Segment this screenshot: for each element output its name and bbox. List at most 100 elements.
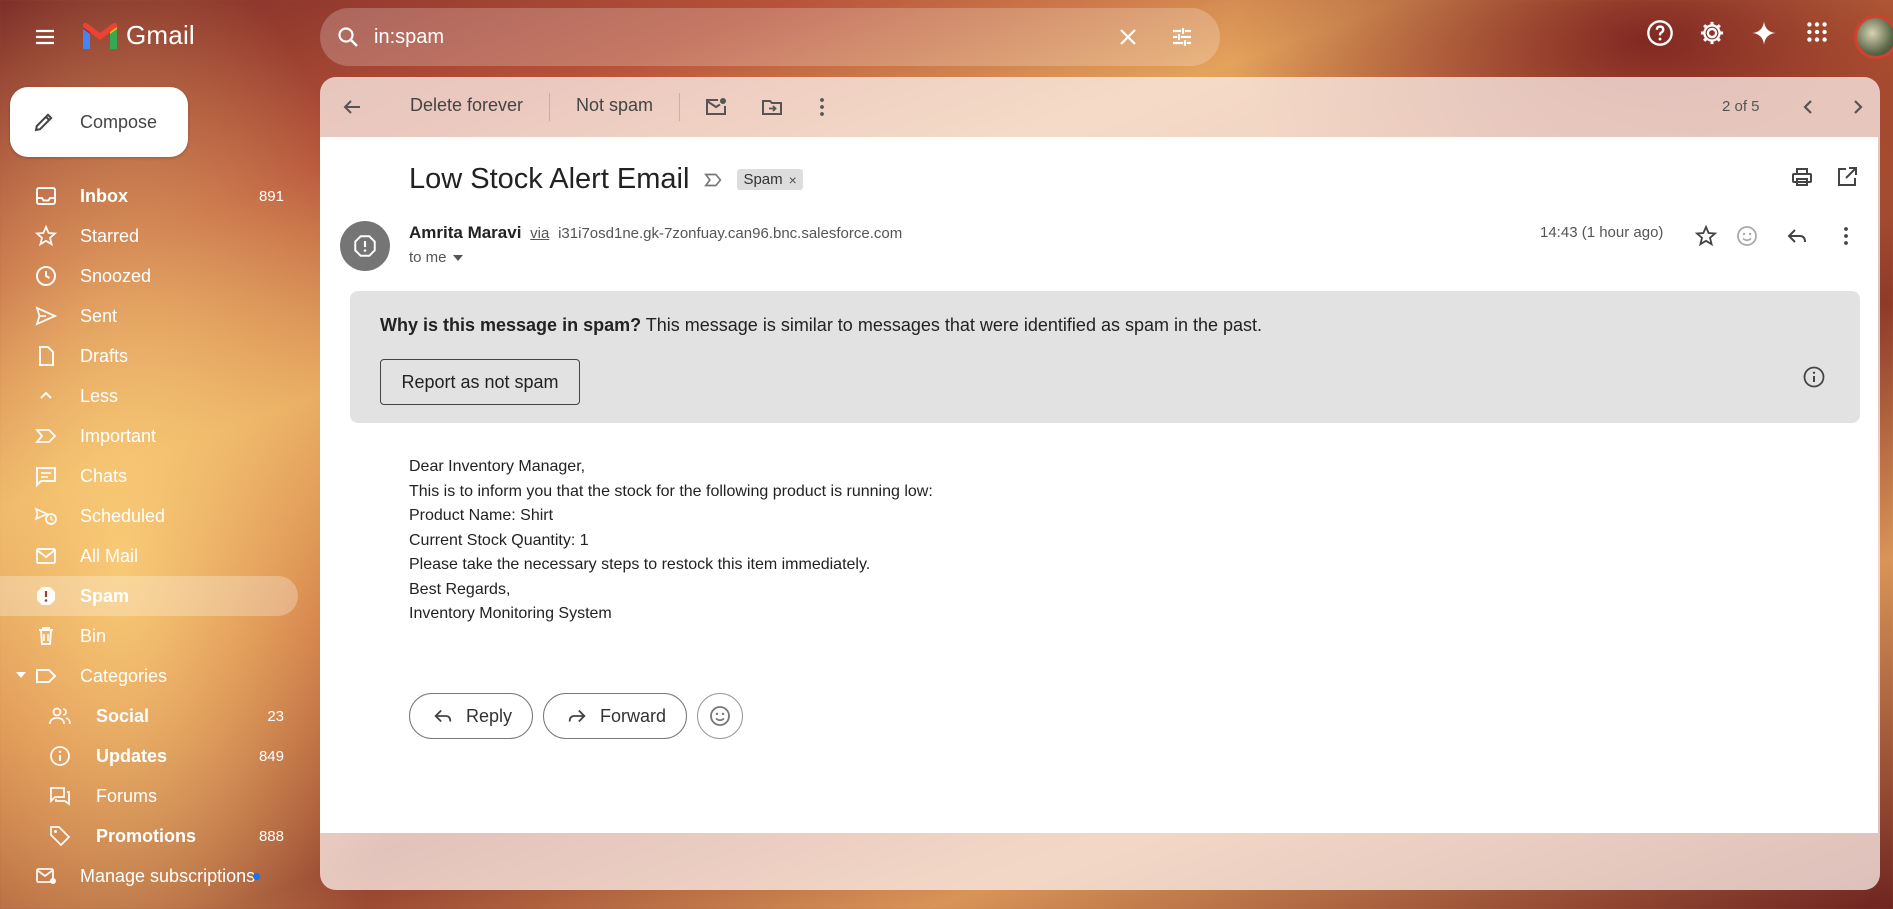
app-name: Gmail — [126, 20, 195, 50]
chat-icon — [34, 464, 58, 488]
sidebar-item-label: Categories — [80, 665, 168, 686]
more-options-icon[interactable] — [1834, 224, 1858, 248]
subject-row: Low Stock Alert Email Spam × — [409, 163, 803, 196]
sidebar-item-promotions[interactable]: Promotions 888 — [0, 816, 298, 856]
sidebar-item-label: Manage subscriptions — [80, 865, 256, 886]
info-icon[interactable] — [1802, 365, 1826, 389]
sidebar-item-sent[interactable]: Sent — [0, 296, 298, 336]
sender-line: Amrita Maravi via i31i7osd1ne.gk-7zonfua… — [409, 223, 902, 243]
star-toggle-icon[interactable] — [1694, 224, 1718, 248]
sidebar-item-categories[interactable]: Categories — [0, 656, 298, 696]
sidebar-item-label: Sent — [80, 305, 118, 326]
forum-icon — [48, 784, 72, 808]
spam-label-chip[interactable]: Spam × — [737, 169, 803, 190]
sidebar-item-manage-subscriptions[interactable]: Manage subscriptions — [0, 856, 298, 896]
sidebar-item-chats[interactable]: Chats — [0, 456, 298, 496]
recipient-line[interactable]: to me — [409, 249, 463, 266]
chevron-right-icon[interactable] — [1846, 95, 1870, 119]
sidebar-item-label: Social — [96, 705, 150, 726]
print-icon[interactable] — [1790, 165, 1814, 189]
gmail-logo-icon — [83, 22, 117, 49]
draft-icon — [34, 344, 58, 368]
gmail-logo[interactable]: Gmail — [80, 20, 195, 51]
compose-label: Compose — [80, 111, 158, 132]
search-bar[interactable] — [320, 8, 1220, 66]
remove-label-icon[interactable]: × — [789, 172, 797, 188]
sidebar-item-label: Drafts — [80, 345, 129, 366]
warning-octagon-icon — [354, 235, 376, 257]
help-icon[interactable] — [1646, 19, 1674, 47]
star-icon — [34, 224, 58, 248]
sidebar-item-inbox[interactable]: Inbox 891 — [0, 176, 298, 216]
report-not-spam-button[interactable]: Report as not spam — [380, 359, 580, 405]
email-subject: Low Stock Alert Email — [409, 163, 690, 195]
sidebar-item-scheduled[interactable]: Scheduled — [0, 496, 298, 536]
pagination-text: 2 of 5 — [1722, 98, 1760, 115]
forward-label: Forward — [600, 705, 667, 726]
message-toolbar: Delete forever Not spam 2 of 5 — [320, 77, 1880, 137]
apps-grid-icon[interactable] — [1804, 19, 1830, 45]
reply-actions: Reply Forward — [409, 693, 744, 739]
sidebar-item-all-mail[interactable]: All Mail — [0, 536, 298, 576]
via-link[interactable]: via — [530, 225, 549, 242]
not-spam-button[interactable]: Not spam — [576, 95, 653, 116]
move-to-folder-icon[interactable] — [760, 95, 784, 119]
clear-search-icon[interactable] — [1116, 25, 1140, 49]
sidebar-nav: Inbox 891 Starred Snoozed Sent Drafts Le… — [0, 176, 300, 896]
toolbar-divider — [549, 93, 550, 121]
emoji-icon — [710, 706, 730, 726]
sidebar-item-less[interactable]: Less — [0, 376, 298, 416]
chevron-left-icon[interactable] — [1796, 95, 1820, 119]
dropdown-caret-icon[interactable] — [452, 254, 463, 261]
recipient-text: to me — [409, 249, 447, 266]
sidebar-item-label: Forums — [96, 785, 158, 806]
expand-caret-icon[interactable] — [16, 672, 26, 678]
sidebar-item-spam[interactable]: Spam — [0, 576, 298, 616]
sidebar-item-social[interactable]: Social 23 — [0, 696, 298, 736]
sidebar-item-starred[interactable]: Starred — [0, 216, 298, 256]
sidebar-item-forums[interactable]: Forums — [0, 776, 298, 816]
search-icon[interactable] — [336, 25, 360, 49]
reply-label: Reply — [466, 705, 513, 726]
search-options-icon[interactable] — [1170, 25, 1194, 49]
forward-icon — [568, 709, 586, 723]
clock-icon — [34, 264, 58, 288]
more-vertical-icon[interactable] — [810, 95, 834, 119]
mark-unread-icon[interactable] — [704, 95, 728, 119]
sender-name[interactable]: Amrita Maravi — [409, 223, 521, 242]
sidebar-item-label: Snoozed — [80, 265, 152, 286]
reply-button[interactable]: Reply — [409, 693, 534, 739]
open-in-new-window-icon[interactable] — [1835, 165, 1859, 189]
compose-button[interactable]: Compose — [10, 87, 188, 157]
body-line: Please take the necessary steps to resto… — [409, 556, 871, 573]
delete-forever-button[interactable]: Delete forever — [410, 95, 523, 116]
account-avatar[interactable] — [1854, 15, 1893, 59]
important-marker-icon[interactable] — [703, 169, 725, 191]
send-icon — [34, 304, 58, 328]
spam-warning-explanation: This message is similar to messages that… — [641, 315, 1263, 335]
body-line: Inventory Monitoring System — [409, 605, 612, 622]
email-timestamp: 14:43 (1 hour ago) — [1540, 224, 1664, 241]
back-arrow-icon[interactable] — [340, 95, 364, 119]
main-menu-icon[interactable] — [24, 19, 66, 55]
body-line: Dear Inventory Manager, — [409, 458, 586, 475]
sender-avatar[interactable] — [340, 221, 390, 271]
settings-gear-icon[interactable] — [1698, 19, 1726, 47]
reply-icon[interactable] — [1785, 224, 1809, 248]
sidebar-item-label: Chats — [80, 465, 128, 486]
sidebar-item-count: 891 — [258, 187, 284, 205]
search-input[interactable] — [374, 22, 1074, 52]
sidebar-item-label: Bin — [80, 625, 107, 646]
sidebar-item-important[interactable]: Important — [0, 416, 298, 456]
sidebar-item-updates[interactable]: Updates 849 — [0, 736, 298, 776]
sidebar-item-label: Less — [80, 385, 119, 406]
message-panel: Delete forever Not spam 2 of 5 Low Stock… — [320, 77, 1880, 890]
emoji-reaction-button[interactable] — [697, 693, 744, 739]
sidebar-item-drafts[interactable]: Drafts — [0, 336, 298, 376]
forward-button[interactable]: Forward — [543, 693, 688, 739]
sidebar-item-snoozed[interactable]: Snoozed — [0, 256, 298, 296]
gemini-sparkle-icon[interactable] — [1750, 19, 1778, 47]
emoji-react-icon[interactable] — [1735, 224, 1759, 248]
spam-icon — [34, 584, 58, 608]
sidebar-item-bin[interactable]: Bin — [0, 616, 298, 656]
